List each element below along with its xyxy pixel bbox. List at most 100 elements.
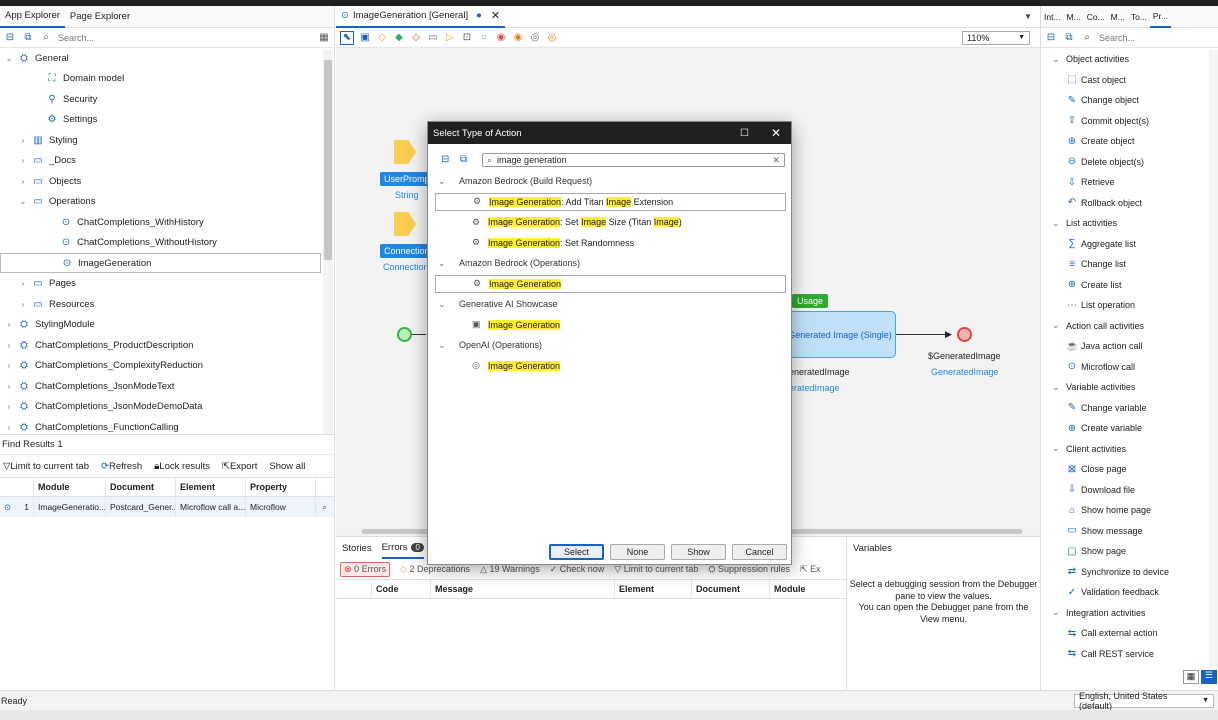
toolbox-item-download-file[interactable]: ⇩ Download file [1066, 480, 1135, 500]
tree-item-chatcompletions-withouthistory[interactable]: ⊙ ChatCompletions_WithoutHistory [0, 233, 321, 253]
toolbox-section-0[interactable]: ⌄ Object activities [1052, 49, 1129, 69]
chevron-down-icon[interactable]: ⌄ [1052, 218, 1066, 229]
export-button[interactable]: ⇱Export [222, 461, 257, 472]
pointer-tool-icon[interactable]: ⬉ [340, 30, 354, 45]
annotation-tool-icon[interactable]: ▣ [359, 32, 371, 44]
toolbox-item-change-variable[interactable]: ✎ Change variable [1066, 398, 1147, 418]
clear-search-icon[interactable]: ✕ [772, 155, 780, 166]
action-item[interactable]: ▣ Image Generation [435, 316, 786, 334]
tab-page-explorer[interactable]: Page Explorer [65, 6, 135, 28]
toolbox-item-create-list[interactable]: ⊕ Create list [1066, 275, 1122, 295]
toolbox-section-3[interactable]: ⌄ Variable activities [1052, 377, 1135, 397]
decision-icon[interactable]: ◇ [376, 32, 388, 44]
tree-item-stylingmodule[interactable]: › ⛭ StylingModule [0, 315, 321, 335]
action-group-3[interactable]: ⌄ OpenAI (Operations) [438, 336, 542, 354]
action-group-0[interactable]: ⌄ Amazon Bedrock (Build Request) [438, 172, 592, 190]
action-item[interactable]: ⚙ Image Generation: Set Image Size (Titan… [435, 213, 786, 231]
action-group-2[interactable]: ⌄ Generative AI Showcase [438, 295, 558, 313]
tree-item-settings[interactable]: ⚙ Settings [0, 110, 321, 130]
suppression-rules-button[interactable]: ⛭ Suppression rules [708, 564, 790, 575]
end-event-icon[interactable]: ◉ [495, 32, 507, 44]
tab-dropdown-icon[interactable]: ▼ [1024, 12, 1032, 21]
annotation-icon[interactable]: ⊡ [461, 32, 473, 44]
tree-scrollbar[interactable] [323, 50, 333, 434]
chevron-down-icon[interactable]: ⌄ [1052, 443, 1066, 454]
toolbox-item-list-operation[interactable]: ⋯ List operation [1066, 295, 1135, 315]
chevron-right-icon[interactable]: › [18, 300, 28, 309]
tab-errors[interactable]: Errors 0 [381, 537, 424, 559]
chevron-right-icon[interactable]: › [4, 361, 14, 370]
toolbox-item-synchronize-to-device[interactable]: ⇄ Synchronize to device [1066, 562, 1169, 582]
user-prompt-parameter-icon[interactable] [394, 140, 416, 164]
check-now-button[interactable]: ✓ Check now [550, 564, 605, 575]
find-col-module[interactable]: Module [34, 478, 106, 496]
tree-item-general[interactable]: ⌄ ⛭ General [0, 48, 321, 68]
action-group-1[interactable]: ⌄ Amazon Bedrock (Operations) [438, 254, 580, 272]
show-button[interactable]: Show [671, 544, 726, 560]
chevron-right-icon[interactable]: › [4, 341, 14, 350]
chevron-down-icon[interactable]: ⌄ [4, 54, 14, 63]
object-type-decision-icon[interactable]: ◆ [393, 32, 405, 44]
tree-item-chatcompletions-jsonmodetext[interactable]: › ⛭ ChatCompletions_JsonModeText [0, 376, 321, 396]
close-tab-icon[interactable]: ✕ [491, 9, 500, 22]
toolbox-item-validation-feedback[interactable]: ✓ Validation feedback [1066, 582, 1159, 602]
chevron-down-icon[interactable]: ⌄ [438, 340, 459, 351]
continue-event-icon[interactable]: ◎ [529, 32, 541, 44]
tree-item-chatcompletions-jsonmodedemodata[interactable]: › ⛭ ChatCompletions_JsonModeDemoData [0, 397, 321, 417]
chevron-down-icon[interactable]: ⌄ [18, 197, 28, 206]
limit-current-tab-button[interactable]: ▽Limit to current tab [3, 461, 89, 472]
tree-item-chatcompletions-withhistory[interactable]: ⊙ ChatCompletions_WithHistory [0, 212, 321, 232]
toolbox-item-rollback-object[interactable]: ↶ Rollback object [1066, 193, 1142, 213]
tree-item-security[interactable]: ⚲ Security [0, 89, 321, 109]
generated-image-activity[interactable]: Generated Image (Single) [784, 311, 896, 358]
errors-col-message[interactable]: Message [431, 580, 615, 598]
refresh-button[interactable]: ⟳Refresh [101, 461, 142, 472]
action-item[interactable]: ⚙ Image Generation: Set Randomness [435, 234, 786, 252]
loop-icon[interactable]: ▭ [427, 32, 439, 44]
zoom-select[interactable]: 110% ▼ [962, 30, 1030, 45]
errors-col-code[interactable]: Code [372, 580, 431, 598]
errors-col-element[interactable]: Element [615, 580, 692, 598]
parameter-icon[interactable]: ▷ [444, 32, 456, 44]
errors-col-module[interactable]: Module [770, 580, 846, 598]
dialog-close-icon[interactable]: ✕ [771, 126, 781, 140]
tree-item--docs[interactable]: › ▭ _Docs [0, 151, 321, 171]
dialog-search-box[interactable]: ⌕ image generation ✕ [482, 153, 785, 167]
toolbox-section-5[interactable]: ⌄ Integration activities [1052, 603, 1146, 623]
chevron-down-icon[interactable]: ⌄ [1052, 54, 1066, 65]
lock-results-button[interactable]: 🔒︎Lock results [154, 461, 210, 472]
toolbox-item-create-variable[interactable]: ⊕ Create variable [1066, 418, 1142, 438]
toolbox-tab-5[interactable]: Pr... [1149, 6, 1172, 28]
warnings-filter-button[interactable]: △ 19 Warnings [480, 564, 540, 575]
chevron-right-icon[interactable]: › [18, 279, 28, 288]
tree-item-imagegeneration[interactable]: ⊙ ImageGeneration [0, 253, 321, 273]
toolbox-item-cast-object[interactable]: ⬚ Cast object [1066, 70, 1126, 90]
chevron-down-icon[interactable]: ⌄ [1052, 320, 1066, 331]
connection-parameter-icon[interactable] [394, 212, 416, 236]
export-errors-button[interactable]: ⇱ Ex [800, 564, 821, 575]
toolbox-tab-4[interactable]: To... [1128, 6, 1150, 28]
find-col-element[interactable]: Element [176, 478, 246, 496]
cancel-button[interactable]: Cancel [732, 544, 787, 560]
toolbox-tab-1[interactable]: M... [1064, 6, 1084, 28]
errors-filter-button[interactable]: ⊗ 0 Errors [340, 561, 391, 577]
chevron-right-icon[interactable]: › [4, 402, 14, 411]
find-results-title[interactable]: Find Results 1 [2, 439, 63, 450]
find-col-document[interactable]: Document [106, 478, 176, 496]
toolbox-item-show-page[interactable]: ▢ Show page [1066, 541, 1126, 561]
find-result-row[interactable]: ⊙ 1 ImageGeneratio... Postcard_Gener... M… [0, 497, 334, 517]
action-item[interactable]: ⚙ Image Generation [435, 274, 786, 293]
chevron-right-icon[interactable]: › [4, 423, 14, 432]
expand-all-icon[interactable]: ⧉ [22, 32, 34, 44]
tree-item-objects[interactable]: › ▭ Objects [0, 171, 321, 191]
tree-scrollbar-thumb[interactable] [324, 60, 332, 260]
limit-tab-button[interactable]: ▽ Limit to current tab [614, 564, 698, 575]
select-button[interactable]: Select [549, 544, 604, 560]
toolbox-item-call-external-action[interactable]: ⇆ Call external action [1066, 623, 1158, 643]
toolbox-item-retrieve[interactable]: ⇩ Retrieve [1066, 172, 1115, 192]
maximize-icon[interactable]: ☐ [740, 128, 749, 139]
tree-item-chatcompletions-productdescription[interactable]: › ⛭ ChatCompletions_ProductDescription [0, 335, 321, 355]
toolbox-item-java-action-call[interactable]: ☕ Java action call [1066, 336, 1143, 356]
tab-image-generation[interactable]: ⊙ ImageGeneration [General] ● ✕ [336, 6, 506, 28]
toolbox-item-call-rest-service[interactable]: ⇆ Call REST service [1066, 644, 1154, 664]
